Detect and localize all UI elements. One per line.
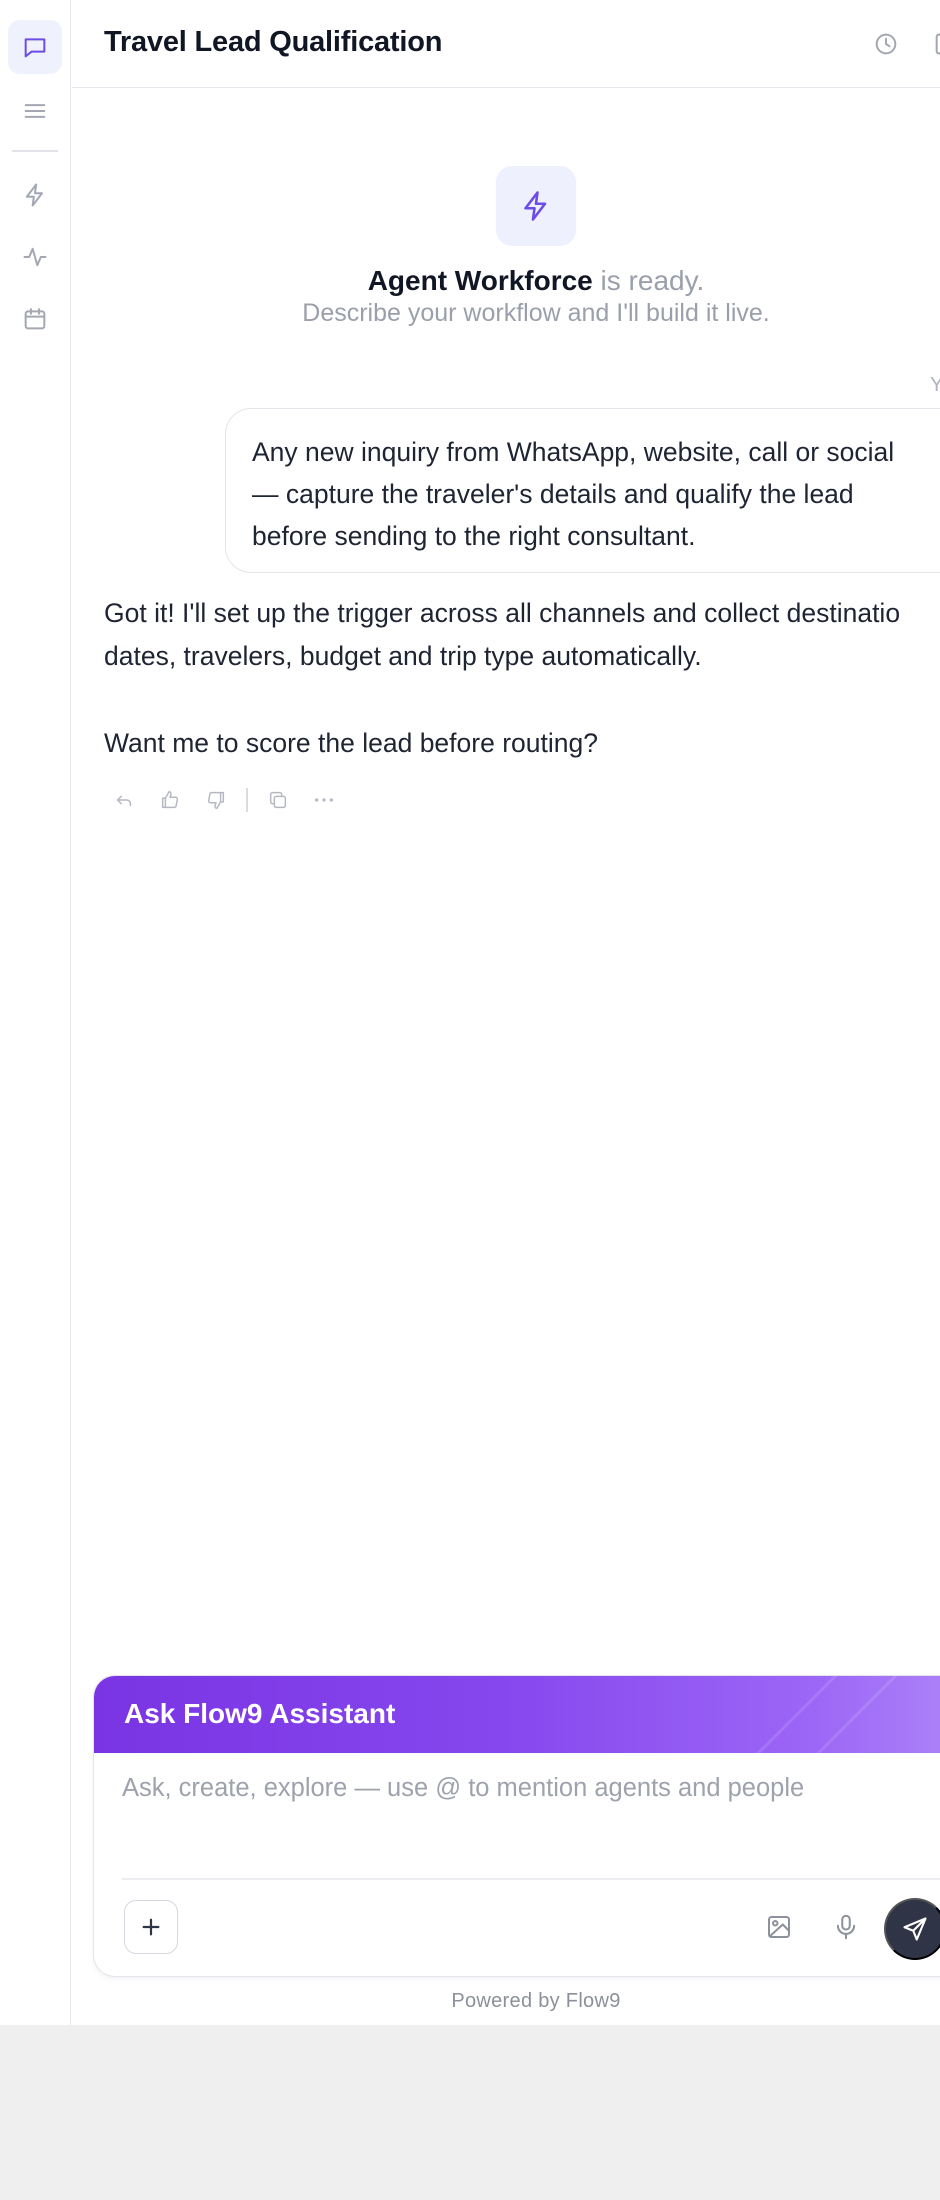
header-decoration: [797, 1676, 914, 1753]
user-message-line: — capture the traveler's details and qua…: [252, 479, 854, 509]
more-button[interactable]: [312, 788, 336, 812]
page-title: Travel Lead Qualification: [104, 26, 443, 58]
actions-divider: [246, 788, 248, 812]
hero-title-bold: Agent Workforce: [367, 265, 593, 296]
more-icon: [314, 798, 333, 802]
user-message-line: Any new inquiry from WhatsApp, website, …: [252, 437, 895, 467]
reply-button[interactable]: [112, 788, 136, 812]
copy-button[interactable]: [266, 788, 290, 812]
chat-icon: [24, 38, 46, 58]
menu-icon: [24, 104, 46, 118]
assistant-message-line: dates, travelers, budget and trip type a…: [104, 641, 702, 671]
user-label: Y: [930, 374, 940, 396]
copy-icon: [269, 791, 286, 809]
agent-badge: [496, 166, 576, 246]
plus-icon: [142, 1918, 160, 1936]
add-attachment-button[interactable]: [124, 1900, 178, 1954]
assistant-message-line: Got it! I'll set up the trigger across a…: [104, 598, 901, 628]
top-header: Travel Lead Qualification: [72, 0, 940, 88]
send-icon: [903, 1917, 927, 1941]
powered-by: Powered by Flow9: [451, 1990, 621, 2012]
assistant-composer: Ask Flow9 Assistant: [93, 1675, 940, 1977]
header-decoration: [737, 1676, 854, 1753]
history-icon[interactable]: [872, 30, 900, 58]
microphone-icon[interactable]: [831, 1912, 861, 1942]
send-button[interactable]: [884, 1898, 940, 1960]
sidebar-item-chat[interactable]: [8, 20, 62, 74]
lightning-icon: [25, 183, 43, 207]
composer-header: Ask Flow9 Assistant: [94, 1676, 940, 1753]
user-message-bubble: Any new inquiry from WhatsApp, website, …: [225, 408, 940, 573]
hero-title: Agent Workforce is ready.: [0, 265, 940, 297]
assistant-question: Want me to score the lead before routing…: [104, 728, 598, 758]
lightning-icon: [524, 191, 547, 221]
thumbs-down-button[interactable]: [204, 788, 228, 812]
hero-subtitle: Describe your workflow and I'll build it…: [302, 299, 770, 327]
reply-icon: [116, 795, 132, 807]
sidebar-divider: [12, 150, 58, 152]
assistant-message: Got it! I'll set up the trigger across a…: [104, 592, 900, 765]
composer-divider: [122, 1878, 940, 1880]
hero-title-light: is ready.: [600, 265, 705, 296]
sidebar-item-automations[interactable]: [8, 168, 62, 222]
thumbs-up-icon: [161, 791, 179, 809]
panel-icon[interactable]: [932, 30, 940, 58]
thumbs-up-button[interactable]: [158, 788, 182, 812]
composer-input[interactable]: [122, 1774, 940, 1803]
thumbs-down-icon: [207, 791, 225, 809]
app-window: Travel Lead Qualification Agent Workforc…: [0, 0, 940, 2025]
sidebar-item-menu[interactable]: [8, 84, 62, 138]
composer-title: Ask Flow9 Assistant: [124, 1698, 396, 1729]
image-icon[interactable]: [764, 1912, 794, 1942]
message-actions: [112, 786, 358, 814]
user-message-line: before sending to the right consultant.: [252, 521, 696, 551]
